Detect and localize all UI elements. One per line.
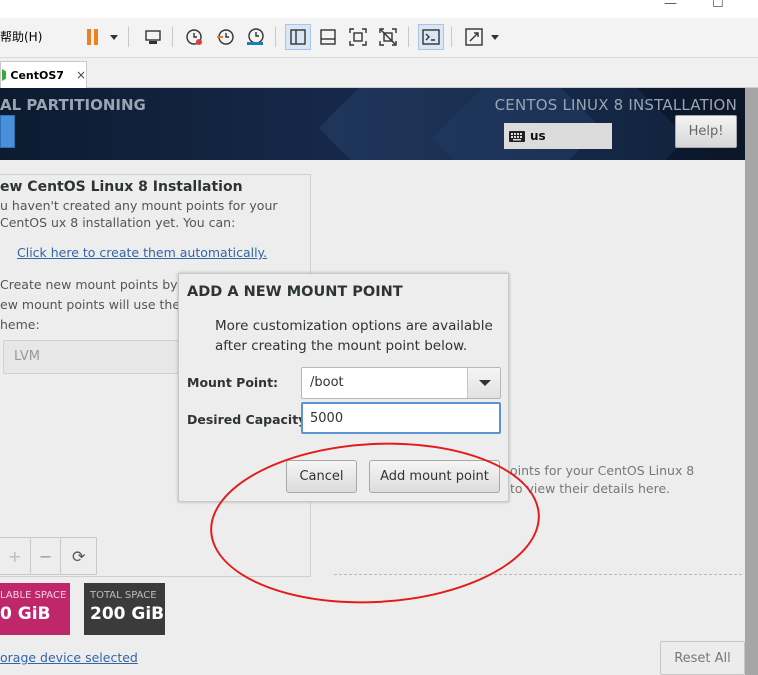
keyboard-layout-indicator[interactable]: us (504, 123, 612, 149)
send-ctrl-alt-del-button[interactable] (140, 24, 166, 50)
vm-running-icon (2, 69, 7, 81)
refresh-icon[interactable]: ⟳ (61, 538, 96, 574)
toolbar-separator (172, 27, 173, 47)
done-button[interactable] (0, 115, 15, 148)
stretch-icon (465, 28, 483, 46)
toolbar-separator (128, 27, 129, 47)
toolbar-separator (408, 27, 409, 47)
unity-disabled-icon (379, 28, 397, 46)
remove-mount-point-button[interactable]: − (31, 538, 62, 574)
dialog-title: ADD A NEW MOUNT POINT (187, 284, 403, 300)
close-icon[interactable]: × (76, 68, 86, 82)
snapshot-clock-icon (186, 29, 202, 45)
chevron-down-icon (479, 380, 491, 386)
keyboard-icon (509, 130, 525, 142)
desired-capacity-input[interactable] (301, 402, 501, 434)
toolbar-separator (451, 27, 452, 47)
details-divider (334, 574, 742, 575)
computer-send-icon (145, 30, 161, 44)
page-title: AL PARTITIONING (0, 96, 146, 114)
vm-scroll-strip (745, 88, 758, 675)
total-space-label: TOTAL SPACE (90, 590, 157, 601)
cancel-button[interactable]: Cancel (286, 460, 357, 493)
revert-clock-icon (217, 29, 234, 45)
console-view-button[interactable] (418, 24, 444, 50)
unity-mode-button[interactable] (375, 24, 401, 50)
host-toolbar: 帮助(H) (0, 18, 758, 58)
pause-vm-button[interactable] (80, 24, 106, 50)
product-title: CENTOS LINUX 8 INSTALLATION (494, 96, 737, 114)
show-library-button[interactable] (285, 24, 311, 50)
pause-dropdown-caret[interactable] (110, 35, 118, 40)
mount-point-value[interactable]: /boot (310, 375, 344, 390)
reset-all-button[interactable]: Reset All (660, 641, 745, 675)
partition-scheme-select[interactable]: LVM (3, 340, 183, 374)
snapshot-manager-icon (247, 28, 264, 45)
mount-point-controls: + − ⟳ (0, 537, 97, 575)
thumbnail-bar-button[interactable] (315, 24, 341, 50)
help-button[interactable]: Help! (675, 115, 737, 148)
available-space-badge: LABLE SPACE 0 GiB (0, 583, 70, 635)
total-space-value: 200 GiB (90, 604, 165, 624)
mount-point-dropdown-button[interactable] (467, 368, 500, 398)
panel-title: ew CentOS Linux 8 Installation (0, 179, 243, 195)
dialog-message: More customization options are available… (215, 318, 493, 354)
keyboard-layout-label: us (530, 129, 546, 143)
mount-point-combobox[interactable]: /boot (301, 367, 501, 399)
vm-tab-strip: CentOS7 × (0, 58, 758, 88)
bottom-panel-layout-icon (320, 29, 336, 45)
revert-snapshot-button[interactable] (212, 24, 238, 50)
sidebar-layout-icon (290, 29, 306, 45)
add-mount-point-button[interactable]: + (0, 538, 31, 574)
add-mount-point-dialog: ADD A NEW MOUNT POINT More customization… (178, 273, 509, 502)
installer-header: AL PARTITIONING CENTOS LINUX 8 INSTALLAT… (0, 88, 745, 160)
add-mount-point-button[interactable]: Add mount point (369, 460, 500, 493)
take-snapshot-button[interactable] (181, 24, 207, 50)
minimize-button[interactable]: — (664, 0, 677, 11)
no-mount-points-message: u haven't created any mount points for y… (0, 198, 278, 230)
tab-centos7[interactable]: CentOS7 × (0, 61, 87, 88)
desired-capacity-label: Desired Capacity: (187, 412, 312, 427)
manual-create-message: Create new mount points by cl ew mount p… (0, 277, 197, 332)
maximize-button[interactable]: ☐ (712, 0, 724, 11)
available-space-value: 0 GiB (0, 604, 51, 624)
pause-icon (87, 29, 98, 45)
mount-point-label: Mount Point: (187, 375, 279, 390)
tab-label: CentOS7 (10, 68, 64, 82)
toolbar-separator (275, 27, 276, 47)
host-window-titlebar: — ☐ (0, 0, 758, 18)
details-placeholder-text: oints for your CentOS Linux 8 to view th… (510, 463, 695, 496)
auto-create-link[interactable]: Click here to create them automatically. (17, 245, 267, 260)
stretch-dropdown-caret[interactable] (491, 35, 499, 40)
stretch-guest-button[interactable] (461, 24, 487, 50)
vm-screen[interactable]: AL PARTITIONING CENTOS LINUX 8 INSTALLAT… (0, 88, 758, 675)
terminal-icon (422, 29, 440, 45)
fullscreen-icon (349, 28, 367, 46)
help-menu[interactable]: 帮助(H) (0, 28, 42, 45)
full-screen-button[interactable] (345, 24, 371, 50)
total-space-badge: TOTAL SPACE 200 GiB (84, 583, 165, 635)
storage-device-link[interactable]: orage device selected (0, 650, 138, 665)
available-space-label: LABLE SPACE (0, 590, 67, 601)
snapshot-manager-button[interactable] (242, 24, 268, 50)
